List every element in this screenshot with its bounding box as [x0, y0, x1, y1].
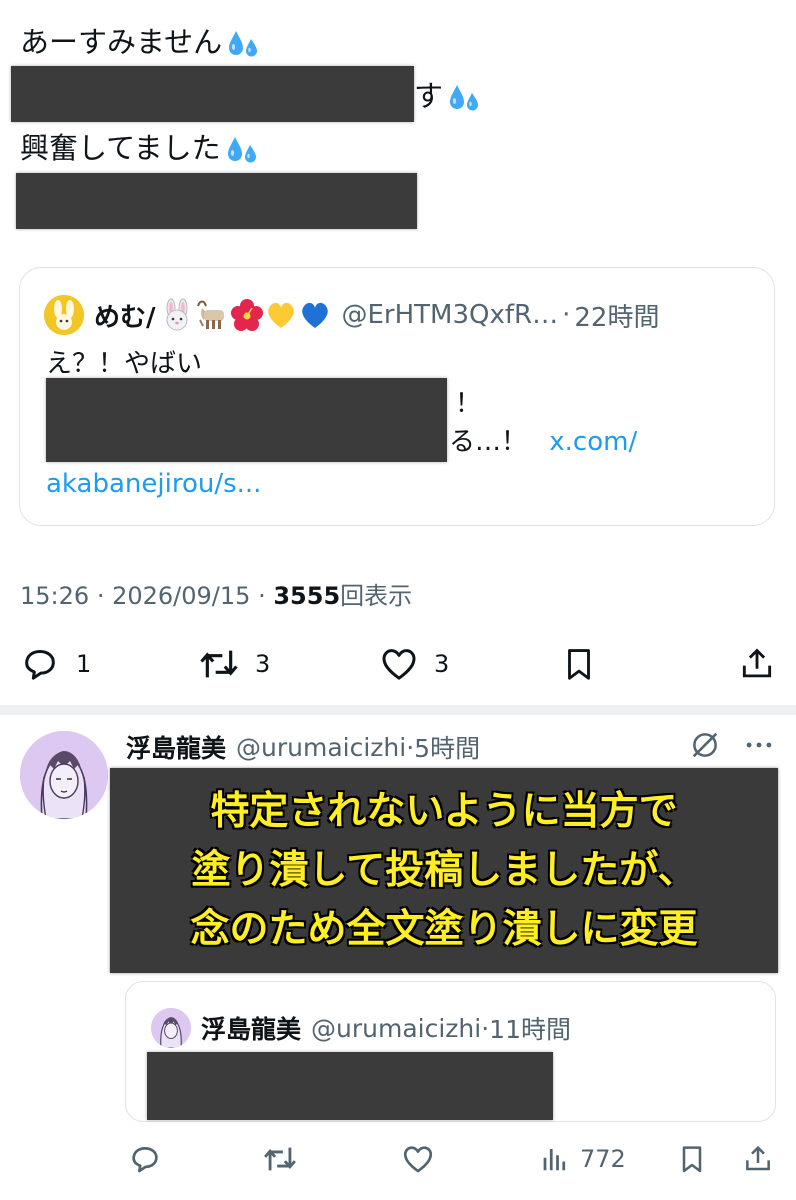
avatar-rabbit-icon — [44, 295, 84, 335]
reply-button[interactable] — [128, 1136, 162, 1182]
reply-icon — [25, 650, 55, 680]
post-line-2: す — [414, 76, 483, 116]
sweat-droplets-icon — [227, 137, 256, 163]
reply-quoted-timestamp: 11時間 — [489, 1015, 571, 1044]
bookmark-button[interactable] — [676, 1136, 708, 1182]
redaction-block — [16, 173, 417, 229]
quoted-link[interactable]: x.com/ — [549, 427, 637, 457]
view-count-label: 回表示 — [340, 582, 413, 610]
reply-button[interactable]: 1 — [20, 638, 91, 690]
separator-dot: · — [406, 732, 415, 762]
retweet-count: 3 — [255, 650, 271, 678]
separator-dot: · — [258, 582, 266, 610]
reply-timestamp: 5時間 — [414, 734, 481, 763]
reply-quoted-handle: @urumaicizhi — [311, 1013, 482, 1043]
retweet-icon — [200, 650, 238, 678]
separator-dot: · — [96, 582, 105, 610]
sweat-droplets-icon — [450, 85, 479, 111]
post-line-3-text: 興奮してました — [20, 131, 221, 165]
share-button[interactable] — [742, 1136, 774, 1182]
quoted-text-line-3: る…！ x.com/ — [449, 424, 637, 460]
separator-dot: · — [481, 1013, 490, 1043]
notice-line-2: 塗り潰して投稿しましたが、 — [191, 848, 697, 893]
analytics-icon — [543, 1149, 566, 1171]
reply-action-bar: 772 — [0, 1136, 796, 1182]
post-line-1-text: あーすみません — [20, 25, 223, 59]
quoted-handle: @ErHTM3QxfR… — [341, 300, 559, 330]
reply-handle: @urumaicizhi — [236, 732, 407, 762]
quoted-timestamp: 22時間 — [574, 302, 660, 333]
quoted-text-line-1: え？！やばい — [46, 349, 203, 379]
avatar[interactable] — [44, 295, 84, 335]
bookmark-icon — [568, 649, 590, 680]
notice-line-1: 特定されないように当方で — [210, 789, 678, 834]
like-button[interactable] — [400, 1136, 436, 1182]
yellow-heart-icon — [267, 302, 294, 328]
redaction-notice-overlay: 特定されないように当方で 塗り潰して投稿しましたが、 念のため全文塗り潰しに変更 — [110, 768, 778, 973]
views-button[interactable]: 772 — [540, 1136, 626, 1182]
reply-header: 浮島龍美 @urumaicizhi · 5時間 — [126, 727, 480, 767]
post-line-3: 興奮してました — [20, 128, 261, 168]
quoted-display-name: めむ/ — [94, 302, 156, 333]
grok-button[interactable] — [688, 728, 722, 766]
bookmark-button[interactable] — [560, 638, 598, 690]
share-icon — [742, 648, 772, 678]
rabbit-face-icon — [166, 298, 187, 331]
retweet-button[interactable] — [260, 1136, 300, 1182]
view-count: 3555 — [273, 582, 341, 610]
heart-icon — [403, 1146, 433, 1173]
separator-dot: · — [562, 300, 571, 330]
bookmark-icon — [682, 1146, 702, 1173]
reply-icon — [132, 1147, 158, 1173]
goat-icon — [196, 300, 224, 329]
share-button[interactable] — [738, 638, 776, 690]
more-horizontal-icon — [746, 742, 772, 748]
like-count: 3 — [434, 650, 450, 678]
share-icon — [746, 1145, 770, 1171]
more-button[interactable] — [742, 728, 776, 766]
redaction-block — [46, 378, 447, 462]
reply-count: 1 — [76, 650, 92, 678]
redaction-block — [147, 1052, 553, 1120]
hibiscus-icon — [230, 299, 263, 331]
avatar-sketch-icon — [151, 1008, 191, 1048]
post-meta: 15:26 · 2026/09/15 · 3555回表示 — [20, 576, 412, 611]
quoted-post-header: めむ/ @ErHTM3QxfR… · 22時間 — [44, 295, 659, 335]
like-button[interactable]: 3 — [378, 638, 449, 690]
blue-heart-icon — [301, 302, 328, 328]
post-line-1: あーすみません — [20, 22, 262, 62]
quoted-text-line-3-text: る…！ — [449, 427, 528, 457]
reply-quoted-display-name: 浮島龍美 — [201, 1015, 302, 1044]
action-bar: 1 3 3 — [0, 638, 796, 690]
reply-view-count: 772 — [580, 1145, 626, 1173]
divider — [0, 705, 796, 715]
retweet-button[interactable]: 3 — [195, 638, 270, 690]
heart-icon — [382, 649, 416, 680]
post-time: 15:26 — [20, 582, 90, 610]
reply-quoted-header: 浮島龍美 @urumaicizhi · 11時間 — [151, 1008, 571, 1048]
avatar[interactable] — [20, 731, 108, 819]
reply-display-name: 浮島龍美 — [126, 734, 227, 763]
redaction-block — [11, 66, 414, 122]
avatar-sketch-icon — [20, 731, 108, 819]
notice-line-3: 念のため全文塗り潰しに変更 — [190, 907, 698, 952]
grok-icon — [692, 732, 718, 758]
post-line-2-text: す — [414, 79, 444, 113]
retweet-icon — [264, 1147, 296, 1171]
sweat-droplets-icon — [229, 31, 258, 57]
quoted-link-continued[interactable]: akabanejirou/s... — [46, 466, 261, 502]
avatar[interactable] — [151, 1008, 191, 1048]
post-date: 2026/09/15 — [112, 582, 251, 610]
quoted-text-line-2: ！ — [455, 389, 482, 419]
